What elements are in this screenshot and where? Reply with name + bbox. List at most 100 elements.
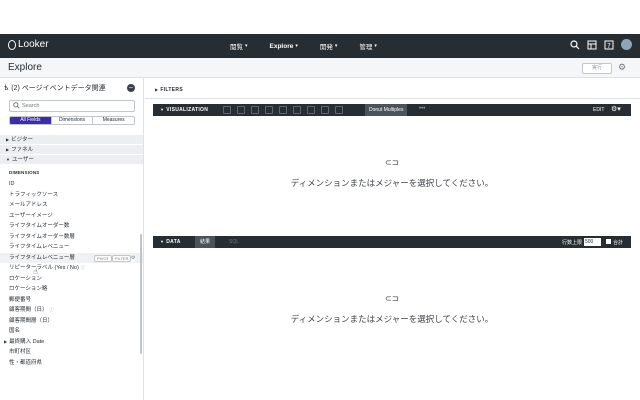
table-chart-icon[interactable] bbox=[223, 106, 231, 114]
nav-browse[interactable]: 閲覧 ▾ bbox=[230, 41, 248, 51]
list-item-dimension-group[interactable]: ▶ 最終購入 Date bbox=[0, 337, 143, 348]
grid-icon[interactable] bbox=[587, 40, 597, 50]
list-item[interactable]: ロケーション略 bbox=[0, 284, 143, 295]
caret-right-icon: ▶ bbox=[155, 87, 159, 92]
list-item[interactable]: ユーザーイメージ bbox=[0, 211, 143, 222]
list-item[interactable]: ライフタイムオーダー数層 bbox=[0, 232, 143, 243]
edit-button[interactable]: EDIT bbox=[593, 107, 604, 113]
tab-all-fields[interactable]: All Fields bbox=[10, 117, 52, 124]
single-value-icon[interactable] bbox=[335, 106, 343, 114]
chevron-down-icon: ▾ bbox=[334, 43, 338, 49]
donut-multiples-tab[interactable]: Donut Multiples bbox=[365, 104, 408, 116]
group-label: ファネル bbox=[11, 147, 34, 153]
visualization-area: ⊂⊐ ディメンションまたはメジャーを選択してください。 bbox=[153, 116, 631, 236]
list-item[interactable]: 国名 bbox=[0, 326, 143, 337]
field-label: リピーターラベル (Yes / No) bbox=[9, 265, 79, 271]
bar-chart-icon[interactable] bbox=[251, 106, 259, 114]
field-label: 最終購入 Date bbox=[9, 338, 45, 345]
list-item[interactable]: 性・都道府県 bbox=[0, 358, 143, 369]
info-icon[interactable]: ⓘ bbox=[81, 265, 86, 270]
field-label: 顧客期間（日） bbox=[9, 307, 48, 313]
row-limit-input[interactable]: 500 bbox=[584, 238, 601, 246]
nav-explore[interactable]: Explore ▾ bbox=[270, 43, 298, 50]
pivot-button[interactable]: PIVOT bbox=[94, 254, 113, 262]
filter-button[interactable]: FILTER bbox=[112, 254, 132, 262]
nav-develop[interactable]: 開発 ▾ bbox=[320, 41, 338, 51]
list-item[interactable]: 市町村区 bbox=[0, 347, 143, 358]
list-item-hovered[interactable]: ライフタイムレベニュー層 PIVOT FILTER ⚙ bbox=[0, 252, 143, 263]
view-groups: ▶ ビジター ▶ ファネル ▼ ユーザー bbox=[0, 135, 143, 165]
avatar[interactable] bbox=[621, 39, 632, 50]
list-item[interactable]: トラフィックソース bbox=[0, 190, 143, 201]
tab-results[interactable]: 結果 bbox=[195, 236, 216, 248]
empty-state-message: ディメンションまたはメジャーを選択してください。 bbox=[290, 178, 494, 188]
group-funnel[interactable]: ▶ ファネル bbox=[0, 145, 143, 155]
column-chart-icon[interactable] bbox=[237, 106, 245, 114]
group-user[interactable]: ▼ ユーザー bbox=[0, 155, 143, 165]
explore-title: ѣ (2) ページイベントデータ関連 bbox=[4, 83, 106, 93]
map-chart-icon[interactable] bbox=[307, 106, 315, 114]
looker-logo[interactable]: Looker bbox=[8, 39, 49, 50]
dimension-list: ID トラフィックソース メールアドレス ユーザーイメージ ライフタイムオーダー… bbox=[0, 179, 143, 368]
tab-sql[interactable]: SQL bbox=[229, 239, 239, 245]
data-toggle[interactable]: ▼ DATA bbox=[160, 239, 181, 245]
data-results-area: ⊂⊐ ディメンションまたはメジャーを選択してください。 bbox=[153, 248, 631, 398]
area-chart-icon[interactable] bbox=[293, 106, 301, 114]
search-placeholder: Search bbox=[22, 103, 40, 109]
filters-toggle[interactable]: ▶ FILTERS bbox=[155, 87, 183, 93]
field-search-input[interactable]: Search bbox=[9, 100, 135, 112]
nav-explore-label: Explore bbox=[269, 42, 294, 50]
tab-dimensions[interactable]: Dimensions bbox=[52, 117, 94, 124]
totals-checkbox[interactable] bbox=[606, 239, 611, 244]
help-icon[interactable]: ? bbox=[604, 40, 614, 50]
gear-icon[interactable]: ⚙▾ bbox=[611, 105, 621, 113]
empty-state-icon: ⊂⊐ bbox=[385, 294, 399, 303]
scatter-chart-icon[interactable] bbox=[265, 106, 273, 114]
list-item[interactable]: メールアドレス bbox=[0, 200, 143, 211]
list-item[interactable]: 顧客期間（日） ⓘ bbox=[0, 305, 143, 316]
sidebar-scrollbar[interactable] bbox=[140, 234, 142, 354]
svg-text:?: ? bbox=[607, 42, 611, 50]
more-options-icon[interactable]: ••• bbox=[419, 106, 425, 112]
search-icon bbox=[13, 102, 20, 113]
gear-icon[interactable]: ⚙ bbox=[131, 254, 136, 262]
row-limit-label: 行数上限 bbox=[562, 240, 583, 246]
tab-measures[interactable]: Measures bbox=[93, 117, 134, 124]
caret-down-icon: ▼ bbox=[6, 157, 10, 162]
nav-admin-label: 管理 bbox=[359, 44, 373, 51]
list-item[interactable]: ライフタイムレベニュー bbox=[0, 242, 143, 253]
looker-logo-icon bbox=[8, 39, 16, 50]
list-item[interactable]: 顧客期間層（日） bbox=[0, 316, 143, 327]
gear-icon[interactable]: ⚙ bbox=[618, 62, 626, 73]
group-label: ユーザー bbox=[11, 157, 34, 163]
info-icon[interactable]: ⓘ bbox=[50, 307, 55, 312]
looker-explore-screen: Looker 閲覧 ▾ Explore ▾ 開発 ▾ 管理 ▾ ? Explore 実行… bbox=[0, 0, 640, 400]
collapse-icon[interactable]: – bbox=[127, 84, 135, 92]
list-item[interactable]: ID bbox=[0, 179, 143, 190]
totals-label: 合計 bbox=[613, 240, 624, 246]
list-item[interactable]: ライフタイムオーダー数 bbox=[0, 221, 143, 232]
divider bbox=[145, 98, 640, 99]
caret-down-icon: ▼ bbox=[160, 107, 165, 112]
pie-chart-icon[interactable] bbox=[321, 106, 329, 114]
line-chart-icon[interactable] bbox=[279, 106, 287, 114]
field-picker-sidebar: ѣ (2) ページイベントデータ関連 – Search All Fields D… bbox=[0, 78, 144, 400]
search-icon[interactable] bbox=[570, 39, 580, 50]
caret-down-icon: ▼ bbox=[160, 239, 165, 244]
chevron-down-icon: ▾ bbox=[245, 43, 248, 49]
visualization-bar: ▼ VISUALIZATION Donut Multiples ••• EDIT … bbox=[153, 104, 631, 116]
nav-admin[interactable]: 管理 ▾ bbox=[359, 41, 377, 51]
list-item[interactable]: リピーターラベル (Yes / No) ⓘ bbox=[0, 263, 143, 274]
caret-right-icon: ▶ bbox=[4, 338, 8, 344]
visualization-toggle[interactable]: ▼ VISUALIZATION bbox=[160, 107, 208, 113]
filters-label: FILTERS bbox=[160, 87, 183, 93]
list-item[interactable]: 郵便番号 bbox=[0, 295, 143, 306]
explore-header: Explore 実行 ⚙ bbox=[0, 58, 640, 78]
caret-right-icon: ▶ bbox=[6, 147, 10, 152]
group-visitor[interactable]: ▶ ビジター bbox=[0, 135, 143, 145]
group-label: ビジター bbox=[11, 137, 33, 143]
dimensions-title: DIMENSIONS bbox=[9, 170, 40, 175]
empty-state-icon: ⊂⊐ bbox=[385, 158, 399, 167]
list-item[interactable]: ロケーション bbox=[0, 274, 143, 285]
run-button[interactable]: 実行 bbox=[582, 63, 612, 74]
